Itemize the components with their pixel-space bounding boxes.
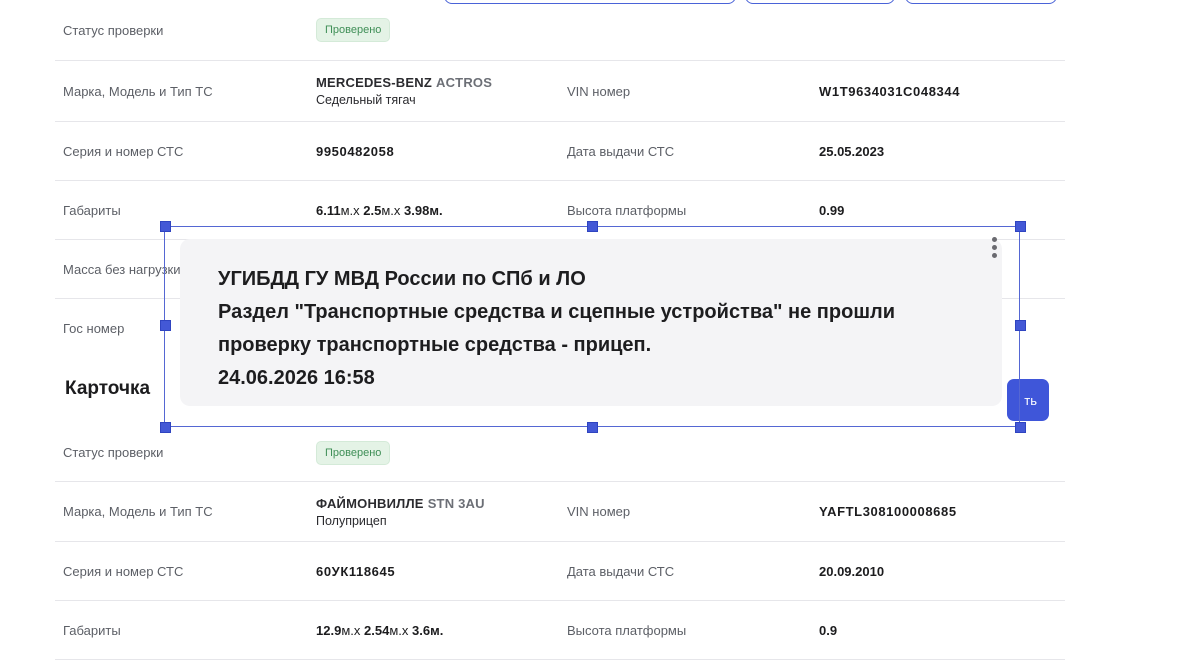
sts-row: Серия и номер СТС 60УК118645 Дата выдачи…	[55, 542, 1065, 601]
model-name: ACTROS	[436, 75, 493, 90]
platform-label: Высота платформы	[567, 202, 687, 218]
plate-label: Гос номер	[63, 320, 125, 336]
sts-date-label: Дата выдачи СТС	[567, 563, 675, 579]
vin-value: W1T9634031C048344	[819, 83, 961, 99]
sts-value: 60УК118645	[316, 563, 396, 579]
vehicle-type: Полуприцеп	[316, 513, 387, 528]
brand-model: MERCEDES-BENZ ACTROS	[316, 75, 492, 90]
mass-label: Масса без нагрузки	[63, 261, 181, 277]
resize-handle-se[interactable]	[1015, 422, 1026, 433]
brand-name: ФАЙМОНВИЛЛЕ	[316, 495, 424, 511]
sts-label: Серия и номер СТС	[63, 143, 184, 159]
resize-handle-e[interactable]	[1015, 320, 1026, 331]
platform-value: 0.99	[819, 202, 845, 218]
make-label: Марка, Модель и Тип ТС	[63, 504, 213, 519]
resize-handle-w[interactable]	[160, 320, 171, 331]
platform-value: 0.9	[819, 622, 838, 638]
dims-label: Габариты	[63, 202, 121, 218]
card2-action-label: ть	[1024, 392, 1037, 408]
sts-label: Серия и номер СТС	[63, 563, 184, 579]
brand-name: MERCEDES-BENZ	[316, 75, 432, 90]
status-row: Статус проверки Проверено	[55, 0, 1065, 61]
make-label: Марка, Модель и Тип ТС	[63, 83, 213, 99]
vehicle-type: Седельный тягач	[316, 93, 416, 107]
status-badge: Проверено	[316, 440, 391, 465]
sts-date-label: Дата выдачи СТС	[567, 143, 675, 159]
platform-label: Высота платформы	[567, 622, 687, 638]
status-label: Статус проверки	[63, 445, 164, 460]
model-name: STN 3AU	[427, 495, 485, 511]
dims-value: 6.11м.x 2.5м.x 3.98м.	[316, 202, 443, 218]
sts-row: Серия и номер СТС 9950482058 Дата выдачи…	[55, 122, 1065, 181]
make-row: Марка, Модель и Тип ТС ФАЙМОНВИЛЛЕ STN 3A…	[55, 482, 1065, 542]
sts-date-value: 20.09.2010	[819, 563, 885, 579]
resize-handle-s[interactable]	[587, 422, 598, 433]
vin-value: YAFTL308100008685	[819, 504, 957, 519]
dims-value: 12.9м.x 2.54м.x 3.6м.	[316, 622, 444, 638]
resize-handle-nw[interactable]	[160, 221, 171, 232]
status-badge: Проверено	[316, 18, 391, 42]
resize-handle-n[interactable]	[587, 221, 598, 232]
vehicle-card-2: Статус проверки Проверено Марка, Модель …	[55, 424, 1065, 660]
make-row: Марка, Модель и Тип ТС MERCEDES-BENZ ACTR…	[55, 61, 1065, 122]
status-label: Статус проверки	[63, 22, 164, 38]
dims-label: Габариты	[63, 622, 121, 638]
resize-handle-ne[interactable]	[1015, 221, 1026, 232]
sts-value: 9950482058	[316, 143, 395, 159]
brand-model: ФАЙМОНВИЛЛЕ STN 3AU	[316, 496, 485, 511]
vin-label: VIN номер	[567, 83, 631, 99]
resize-handle-sw[interactable]	[160, 422, 171, 433]
dims-row: Габариты 12.9м.x 2.54м.x 3.6м. Высота пл…	[55, 601, 1065, 660]
selection-frame[interactable]	[164, 226, 1020, 427]
sts-date-value: 25.05.2023	[819, 143, 885, 159]
card2-title: Карточка	[65, 378, 151, 399]
status-row: Статус проверки Проверено	[55, 424, 1065, 482]
vin-label: VIN номер	[567, 504, 631, 519]
